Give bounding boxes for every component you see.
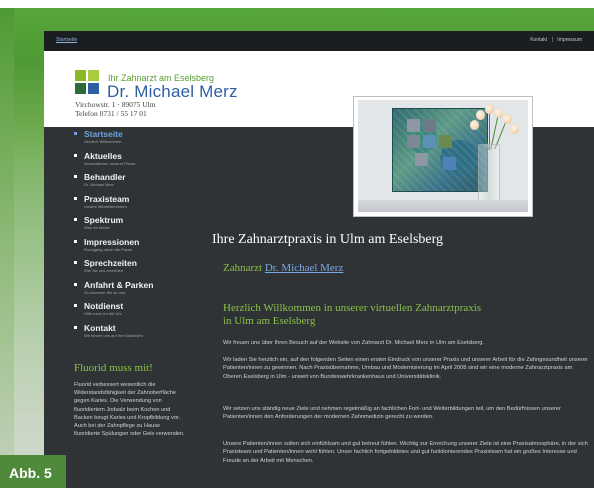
nav-bullet-icon	[74, 261, 77, 264]
tulip-flower	[470, 120, 479, 130]
shelf	[358, 200, 528, 212]
intro-paragraph: Unsere Patienten/innen sollen sich einfü…	[223, 441, 588, 464]
tulip-flower	[494, 108, 503, 118]
address-street: Virchowstr. 1 · 89075 Ulm	[75, 100, 156, 109]
nav-sublabel: Wie Sie uns erreichen	[84, 268, 124, 273]
artwork-tile	[423, 135, 436, 148]
impressum-link[interactable]: Impressum	[557, 37, 582, 43]
artwork-tile	[407, 135, 420, 148]
screenshot-frame: Startseite Kontakt | Impressum Ihr Zahna…	[0, 0, 594, 488]
nav-item-aktuelles[interactable]: Aktuelles Informationen unserer Praxis	[74, 151, 214, 173]
nav-label: Aktuelles	[84, 150, 122, 161]
dentist-prefix: Zahnarzt	[223, 262, 265, 274]
top-home-link[interactable]: Startseite	[56, 37, 77, 43]
tulip-flower	[510, 124, 519, 134]
address-phone: Telefon 0731 / 55 17 01	[75, 109, 147, 118]
nav-bullet-icon	[74, 196, 77, 200]
practice-name: Dr. Michael Merz	[107, 82, 238, 102]
nav-item-praxisteam[interactable]: Praxisteam Unsere Mitarbeiterinnen	[74, 194, 214, 216]
artwork-tile	[423, 119, 436, 132]
nav-sublabel: Informationen unserer Praxis	[84, 160, 136, 166]
top-border	[0, 0, 594, 8]
nav-item-startseite[interactable]: Startseite Herzlich Willkommen	[74, 129, 214, 151]
page-title: Ihre Zahnarztpraxis in Ulm am Eselsberg	[212, 232, 444, 247]
nav-bullet-icon	[74, 304, 77, 307]
intro-paragraph: Wir laden Sie herzlich ein, auf den folg…	[223, 357, 588, 380]
nav-bullet-icon	[74, 132, 77, 135]
nav-label: Sprechzeiten	[84, 258, 137, 268]
welcome-line-2: in Ulm am Eselsberg	[223, 315, 316, 327]
glass-vase	[478, 144, 500, 204]
practice-logo[interactable]	[75, 70, 105, 100]
artwork-tile	[415, 153, 428, 166]
nav-item-anfahrt[interactable]: Anfahrt & Parken So kommen Sie zu uns	[74, 280, 214, 302]
nav-label: Spektrum	[84, 215, 124, 225]
nav-sublabel: So kommen Sie zu uns	[84, 289, 126, 295]
nav-sublabel: Dr. Michael Merz	[84, 182, 115, 187]
nav-label: Praxisteam	[84, 193, 130, 204]
nav-label: Impressionen	[84, 236, 140, 247]
artwork-tile	[439, 135, 452, 148]
sidebar-box-title: Fluorid muss mit!	[74, 362, 153, 374]
nav-item-sprechzeiten[interactable]: Sprechzeiten Wie Sie uns erreichen	[74, 258, 214, 280]
welcome-line-1: Herzlich Willkommen in unserer virtuelle…	[223, 302, 482, 314]
tulip-flower	[503, 114, 512, 124]
nav-bullet-icon	[74, 153, 77, 157]
top-link-separator: |	[551, 37, 553, 43]
intro-paragraph: Wir freuen uns über Ihren Besuch auf der…	[223, 340, 484, 346]
nav-bullet-icon	[74, 239, 77, 243]
nav-sublabel: Was wir bieten	[84, 225, 111, 230]
main-navigation: Startseite Herzlich Willkommen Aktuelles I…	[74, 129, 214, 344]
dentist-heading: Zahnarzt Dr. Michael Merz	[223, 262, 343, 274]
nav-sublabel: Wir freuen uns auf Ihre Nachricht	[84, 332, 143, 338]
nav-label: Behandler	[84, 172, 126, 182]
nav-bullet-icon	[74, 218, 77, 221]
nav-item-notdienst[interactable]: Notdienst Hilfe rund um die Uhr	[74, 301, 214, 323]
nav-label: Notdienst	[84, 301, 124, 311]
figure-label: Abb. 5	[9, 465, 52, 481]
nav-item-behandler[interactable]: Behandler Dr. Michael Merz	[74, 172, 214, 194]
top-links: Kontakt | Impressum	[530, 37, 582, 43]
nav-item-spektrum[interactable]: Spektrum Was wir bieten	[74, 215, 214, 237]
artwork-tile	[407, 119, 420, 132]
nav-sublabel: Unsere Mitarbeiterinnen	[84, 203, 127, 209]
top-bar: Startseite Kontakt | Impressum	[44, 31, 594, 51]
practice-photo	[353, 96, 533, 217]
website: Startseite Kontakt | Impressum Ihr Zahna…	[44, 31, 594, 488]
logo-square-darkgreen	[75, 83, 86, 94]
nav-label: Anfahrt & Parken	[84, 279, 154, 290]
practice-address: Virchowstr. 1 · 89075 Ulm Telefon 0731 /…	[75, 100, 156, 118]
nav-bullet-icon	[74, 325, 77, 329]
intro-paragraph: Wir setzen uns ständig neue Ziele und ne…	[223, 406, 561, 421]
photo-scene	[358, 100, 528, 212]
figure-label-box: Abb. 5	[0, 455, 66, 488]
sidebar-box-text: Fluorid verbessert wesentlich die Widers…	[74, 382, 185, 438]
left-green-strip	[0, 8, 14, 488]
nav-label: Startseite	[84, 129, 123, 139]
nav-bullet-icon	[74, 175, 77, 178]
practice-name-last: Merz	[199, 82, 238, 101]
kontakt-link[interactable]: Kontakt	[530, 37, 547, 43]
nav-sublabel: Rundgang durch die Praxis	[84, 246, 133, 252]
welcome-heading: Herzlich Willkommen in unserer virtuelle…	[223, 302, 553, 328]
logo-square-lightgreen	[88, 70, 99, 81]
tulip-flower	[476, 110, 485, 120]
nav-item-impressionen[interactable]: Impressionen Rundgang durch die Praxis	[74, 237, 214, 259]
logo-square-blue	[88, 83, 99, 94]
practice-name-first: Dr. Michael	[107, 82, 200, 101]
nav-sublabel: Herzlich Willkommen	[84, 139, 122, 144]
nav-sublabel: Hilfe rund um die Uhr	[84, 311, 122, 316]
dentist-link[interactable]: Dr. Michael Merz	[265, 262, 344, 274]
artwork-tile	[443, 157, 456, 170]
nav-label: Kontakt	[84, 322, 116, 333]
nav-item-kontakt[interactable]: Kontakt Wir freuen uns auf Ihre Nachricht	[74, 323, 214, 345]
nav-bullet-icon	[74, 282, 77, 286]
logo-square-green	[75, 70, 86, 81]
tulip-flower	[485, 104, 494, 114]
